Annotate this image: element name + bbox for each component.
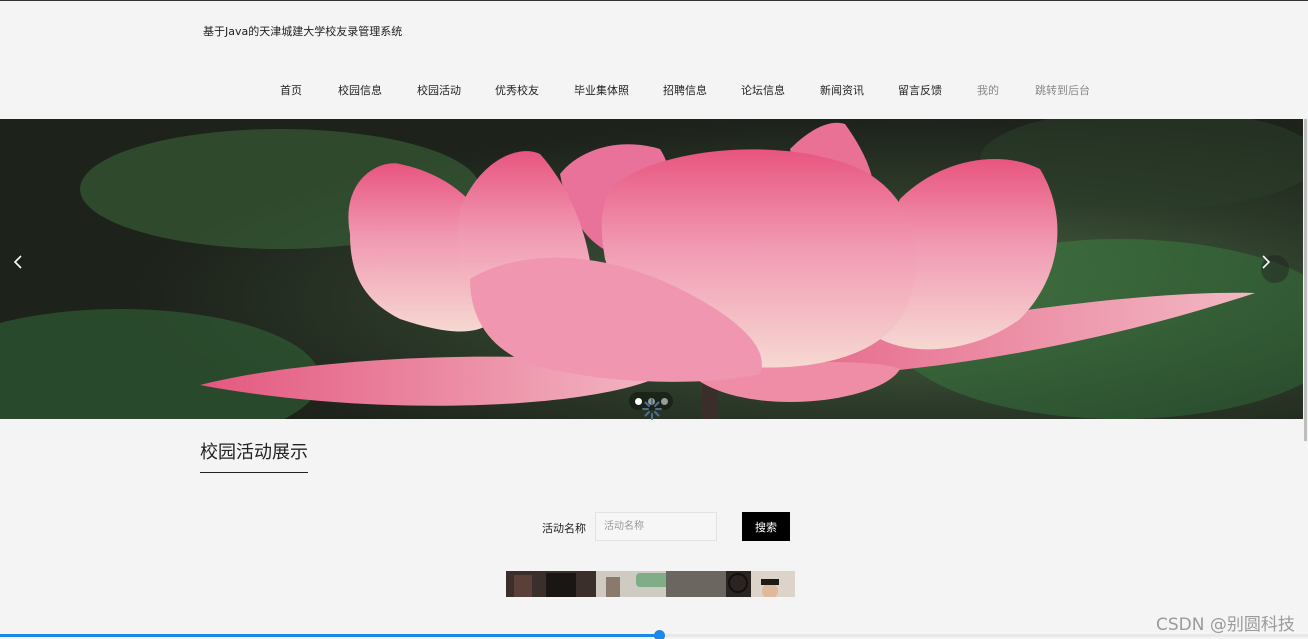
lotus-flower-image	[0, 119, 1303, 419]
main-nav: 首页 校园信息 校园活动 优秀校友 毕业集体照 招聘信息 论坛信息 新闻资讯 留…	[0, 82, 1308, 98]
section-title: 校园活动展示	[200, 438, 308, 473]
nav-item-news[interactable]: 新闻资讯	[820, 82, 864, 98]
banner-carousel[interactable]	[0, 119, 1303, 419]
search-button[interactable]: 搜索	[742, 512, 790, 541]
video-progress-knob[interactable]	[654, 630, 665, 639]
carousel-next-button[interactable]	[1261, 255, 1289, 283]
chevron-left-icon	[13, 255, 22, 269]
nav-item-campus-info[interactable]: 校园信息	[338, 82, 382, 98]
scrollbar-thumb[interactable]	[1304, 119, 1307, 441]
watermark: CSDN @别圆科技	[1156, 615, 1295, 635]
activity-photo	[506, 571, 795, 597]
nav-item-forum[interactable]: 论坛信息	[741, 82, 785, 98]
nav-item-home[interactable]: 首页	[280, 82, 302, 98]
chevron-right-icon	[1262, 255, 1271, 269]
nav-item-outstanding-alumni[interactable]: 优秀校友	[495, 82, 539, 98]
nav-item-backend[interactable]: 跳转到后台	[1035, 82, 1090, 98]
search-label: 活动名称	[542, 522, 586, 535]
activity-name-search-input[interactable]	[595, 512, 717, 541]
video-progress-fill	[0, 634, 659, 637]
carousel-prev-button[interactable]	[13, 255, 41, 283]
loading-spinner-icon	[642, 398, 662, 420]
top-border	[0, 0, 1308, 1]
nav-item-feedback[interactable]: 留言反馈	[898, 82, 942, 98]
site-title: 基于Java的天津城建大学校友录管理系统	[203, 25, 403, 38]
nav-item-graduation-photos[interactable]: 毕业集体照	[574, 82, 629, 98]
nav-item-recruitment[interactable]: 招聘信息	[663, 82, 707, 98]
nav-item-campus-activities[interactable]: 校园活动	[417, 82, 461, 98]
activity-image[interactable]	[506, 571, 795, 597]
nav-item-mine[interactable]: 我的	[977, 82, 999, 98]
